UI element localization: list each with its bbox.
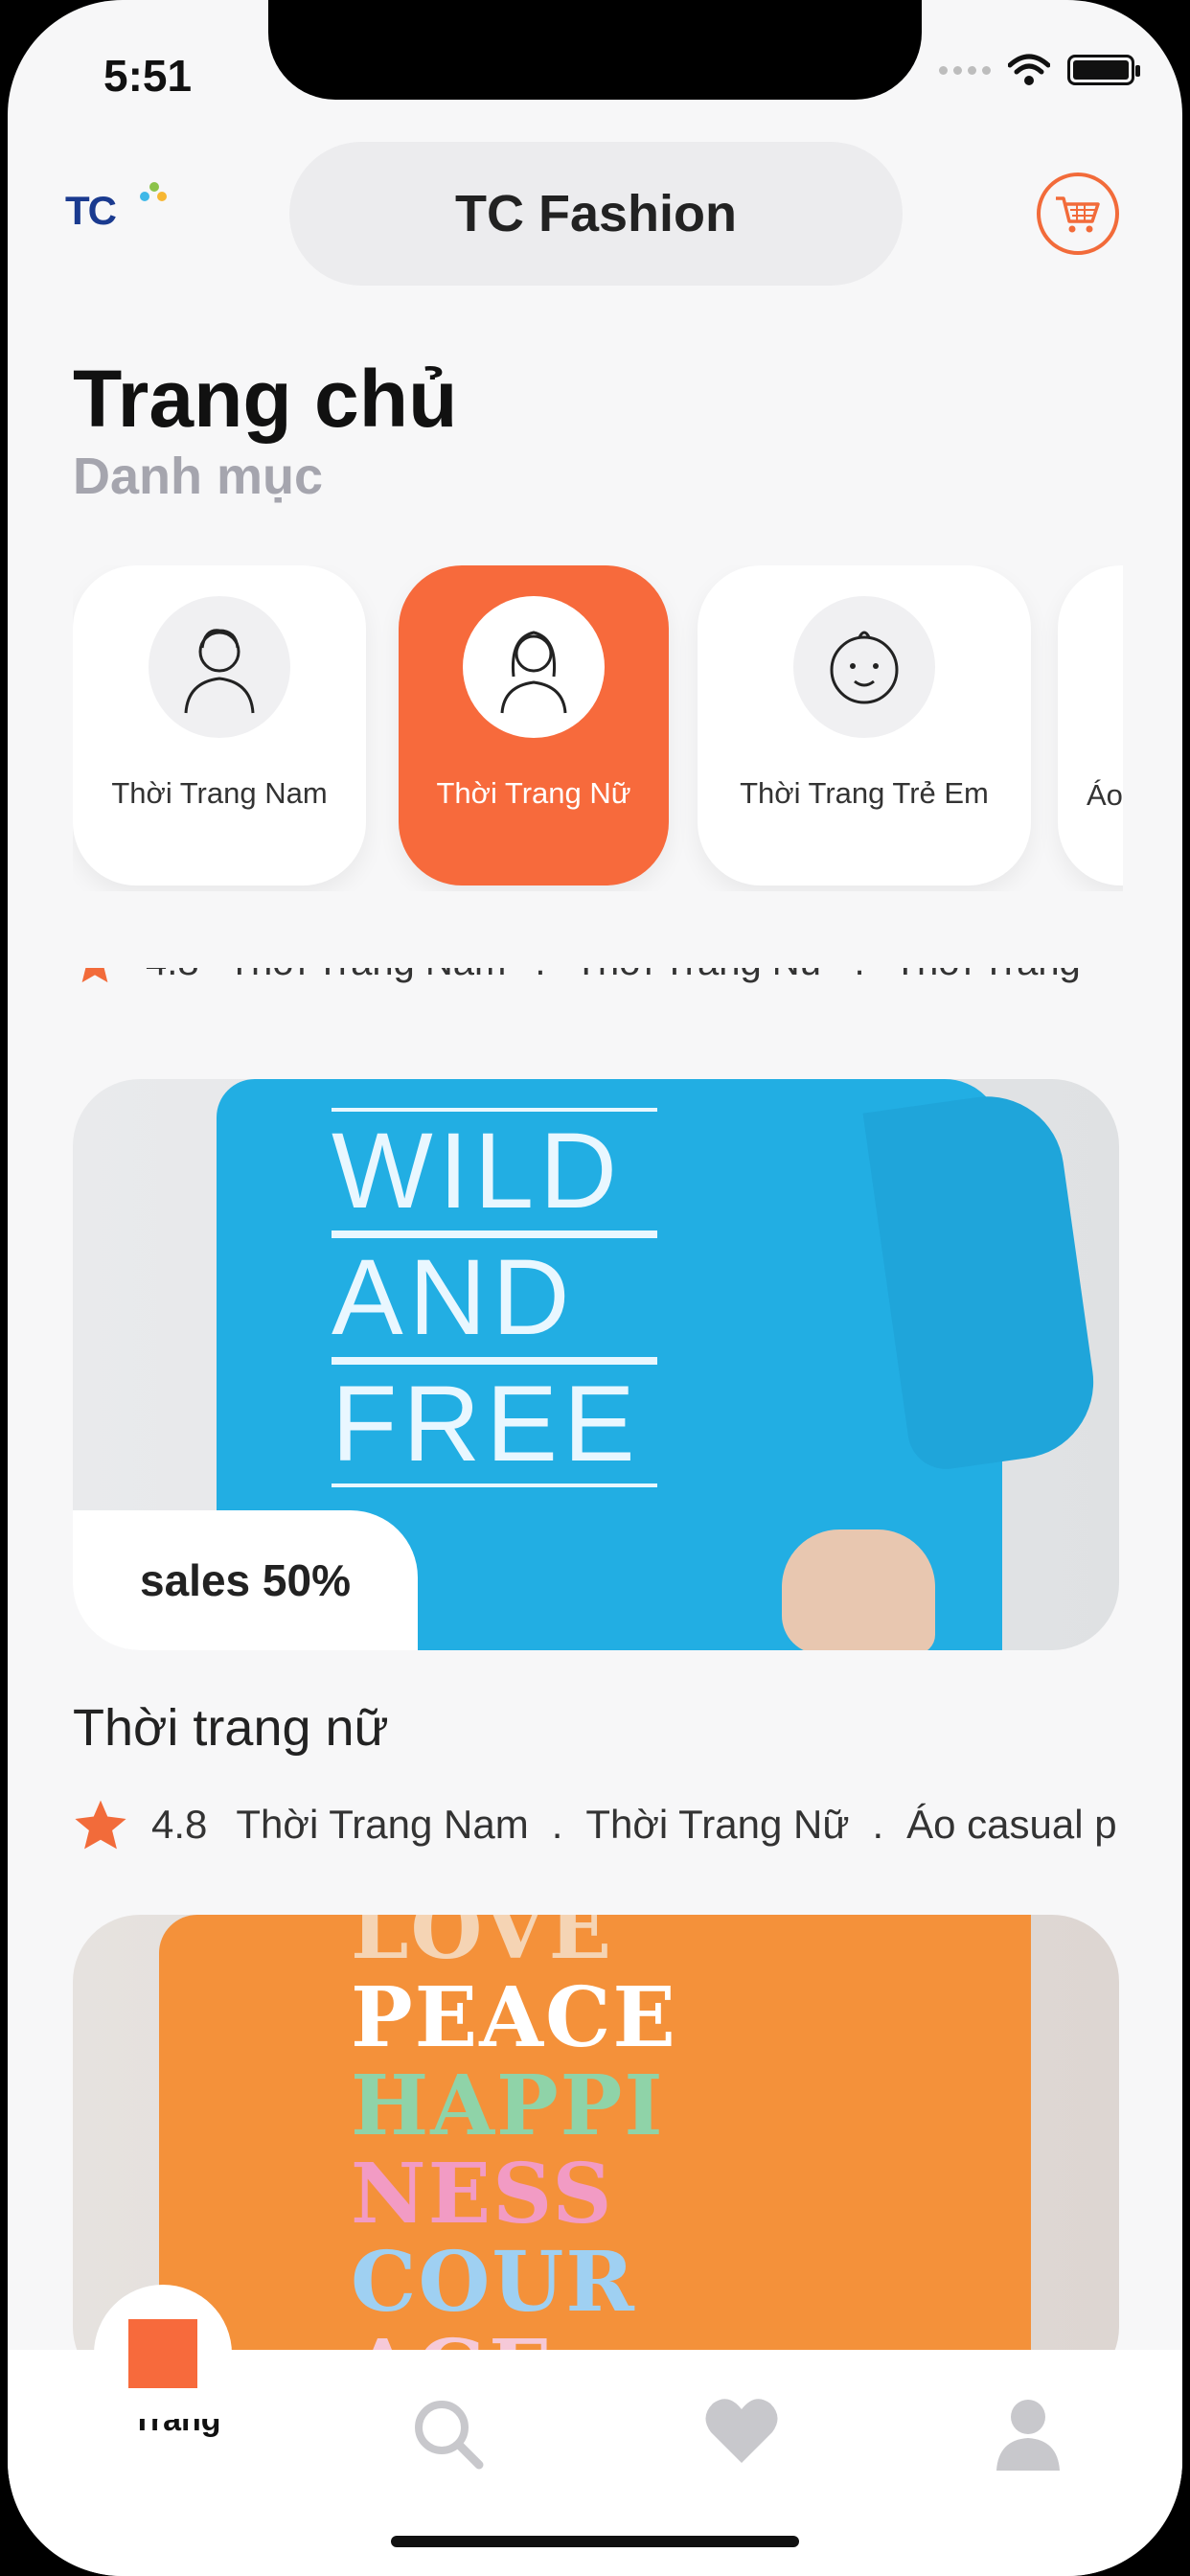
heart-icon	[705, 2399, 778, 2463]
search-icon	[415, 2401, 484, 2470]
status-time: 5:51	[103, 51, 193, 101]
tab-profile[interactable]	[995, 2396, 1062, 2477]
status-indicators	[939, 54, 1140, 86]
cart-icon	[1056, 196, 1100, 233]
category-label: Áo	[1087, 778, 1123, 812]
product-card[interactable]: WILD AND FREE sales 50%	[73, 1079, 1119, 1650]
category-label: Thời Trang Nữ	[436, 776, 631, 810]
rating-value: 4.8	[146, 968, 199, 984]
app-screen: 5:51 TC TC Fashion Trang chủ Danh mục Th…	[8, 0, 1182, 2576]
tag: Thời Trang Nữ	[585, 1802, 850, 1847]
category-list[interactable]: Thời Trang Nam Thời Trang Nữ Thời Trang …	[73, 565, 1123, 891]
product-meta-row: 4.8 Thời Trang Nam . Thời Trang Nữ . Áo …	[73, 1798, 1182, 1852]
wifi-icon	[1008, 54, 1050, 86]
rating-value: 4.8	[151, 1802, 208, 1847]
tag: Áo casual p	[906, 1802, 1117, 1847]
cart-button[interactable]	[1037, 172, 1119, 255]
page-title: Trang chủ	[73, 354, 458, 444]
shirt-print-text: LOVE PEACE HAPPI NESS COUR AGE	[351, 1915, 677, 2394]
shirt-print-text: WILD AND FREE	[332, 1108, 657, 1487]
category-card-kids[interactable]: Thời Trang Trẻ Em	[698, 565, 1031, 886]
tab-favorites[interactable]	[703, 2396, 780, 2470]
baby-avatar-icon	[793, 596, 935, 738]
category-card-men[interactable]: Thời Trang Nam	[73, 565, 366, 886]
product-name[interactable]: Thời trang nữ	[73, 1698, 389, 1758]
brand-logo[interactable]: TC	[65, 182, 167, 242]
category-card-women[interactable]: Thời Trang Nữ	[399, 565, 669, 886]
star-icon	[75, 1800, 126, 1850]
man-avatar-icon	[149, 596, 290, 738]
star-icon	[81, 968, 108, 982]
category-card-shirts[interactable]: Áo	[1058, 565, 1123, 886]
tab-search[interactable]	[410, 2396, 487, 2477]
category-label: Thời Trang Trẻ Em	[740, 776, 989, 810]
app-title: TC Fashion	[289, 142, 903, 286]
partial-meta-row: 4.8 Thời Trang Nam . Thời Trang Nữ . Thờ…	[73, 968, 1165, 1014]
tag: Thời Trang Nữ	[575, 968, 826, 984]
home-indicator	[391, 2536, 799, 2547]
sales-badge: sales 50%	[73, 1510, 418, 1650]
logo-text: TC	[65, 188, 117, 233]
tab-home[interactable]	[94, 2285, 232, 2423]
section-subtitle: Danh mục	[73, 448, 324, 505]
tag: Thời Trang Nam	[236, 1802, 529, 1847]
signal-icon	[939, 65, 991, 75]
user-icon	[996, 2400, 1060, 2471]
tag: Thời Trang	[894, 968, 1081, 984]
home-icon	[128, 2319, 197, 2388]
tag: Thời Trang Nam	[228, 968, 507, 984]
woman-avatar-icon	[463, 596, 605, 738]
device-notch	[268, 0, 922, 100]
category-label: Thời Trang Nam	[111, 776, 328, 810]
battery-icon	[1067, 55, 1140, 85]
product-card[interactable]: LOVE PEACE HAPPI NESS COUR AGE	[73, 1915, 1119, 2394]
